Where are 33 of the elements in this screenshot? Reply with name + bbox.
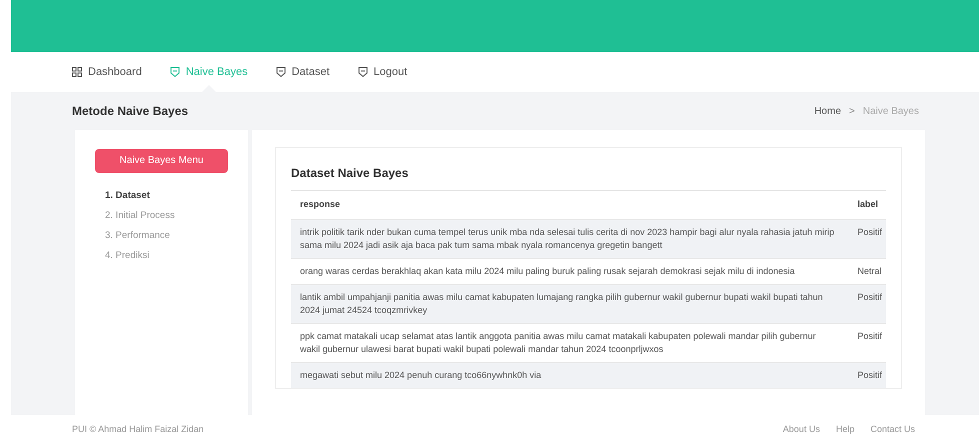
footer-link[interactable]: Contact Us <box>870 422 915 436</box>
table-cell: intrik politik tarik nder bukan cuma tempel terus unik mba nda selesai tulis cerita di nov 2023 hampir bagi alur nyala rahasia jatuh mirip sama milu 2024 jadi asik aja baca pak tum sama mbak nyala romancenya gregetin bangett <box>291 219 846 258</box>
nav-tab[interactable]: Logout <box>358 52 408 92</box>
copyright-text: PUI © Ahmad Halim Faizal Zidan <box>72 422 204 436</box>
table-cell: megawati sebut milu 2024 penuh curang tco66nywhnk0h via <box>291 362 846 388</box>
sidebar-item[interactable]: 4. Prediksi <box>105 249 228 264</box>
breadcrumb-link[interactable]: Naive Bayes <box>862 104 919 118</box>
breadcrumb-separator: > <box>849 104 855 118</box>
table-cell: lantik ambil umpahjanji panitia awas milu camat kabupaten lumajang rangka pilih gubernur wakil gubernur bupati wakil bupati tahun 2024 jumat 24524 tcoqzmrivkey <box>291 284 846 323</box>
table-cell: orang waras cerdas berakhlaq akan kata milu 2024 milu paling buruk paling rusak sejarah demokrasi sejak milu di indonesia <box>291 258 846 284</box>
footer-link[interactable]: About Us <box>782 422 820 436</box>
shield-icon <box>358 67 368 77</box>
table-cell: Positif <box>845 362 886 388</box>
sidebar-item[interactable]: 2. Initial Process <box>105 208 228 223</box>
footer-link[interactable]: Help <box>836 422 854 436</box>
table-cell: Positif <box>845 284 886 323</box>
nav-tab[interactable]: Dashboard <box>72 52 142 92</box>
shield-icon <box>170 67 180 77</box>
nav-tab[interactable]: Dataset <box>276 52 330 92</box>
shield-icon <box>276 67 286 77</box>
menu-button[interactable]: Naive Bayes Menu <box>95 148 228 172</box>
breadcrumb-link[interactable]: Home <box>814 104 842 118</box>
card-title: Dataset Naive Bayes <box>291 164 886 191</box>
table-cell: Positif <box>845 219 886 258</box>
table-cell: ppk camat matakali ucap selamat atas lantik anggota panitia awas milu camat matakali kabupaten polewali mandar pilih gubernur wakil gubernur ulawesi barat bupati wakil bupati polewali mandar tahun 2024 tcoonprljwxos <box>291 323 846 362</box>
sidebar-item[interactable]: 1. Dataset <box>105 188 228 203</box>
column-header: label <box>845 191 886 219</box>
grid-icon <box>72 67 82 77</box>
sidebar-item[interactable]: 3. Performance <box>105 229 228 244</box>
table-cell: Netral <box>845 258 886 284</box>
table-cell: Positif <box>845 323 886 362</box>
column-header: response <box>291 191 846 219</box>
page-title: Metode Naive Bayes <box>72 103 188 120</box>
